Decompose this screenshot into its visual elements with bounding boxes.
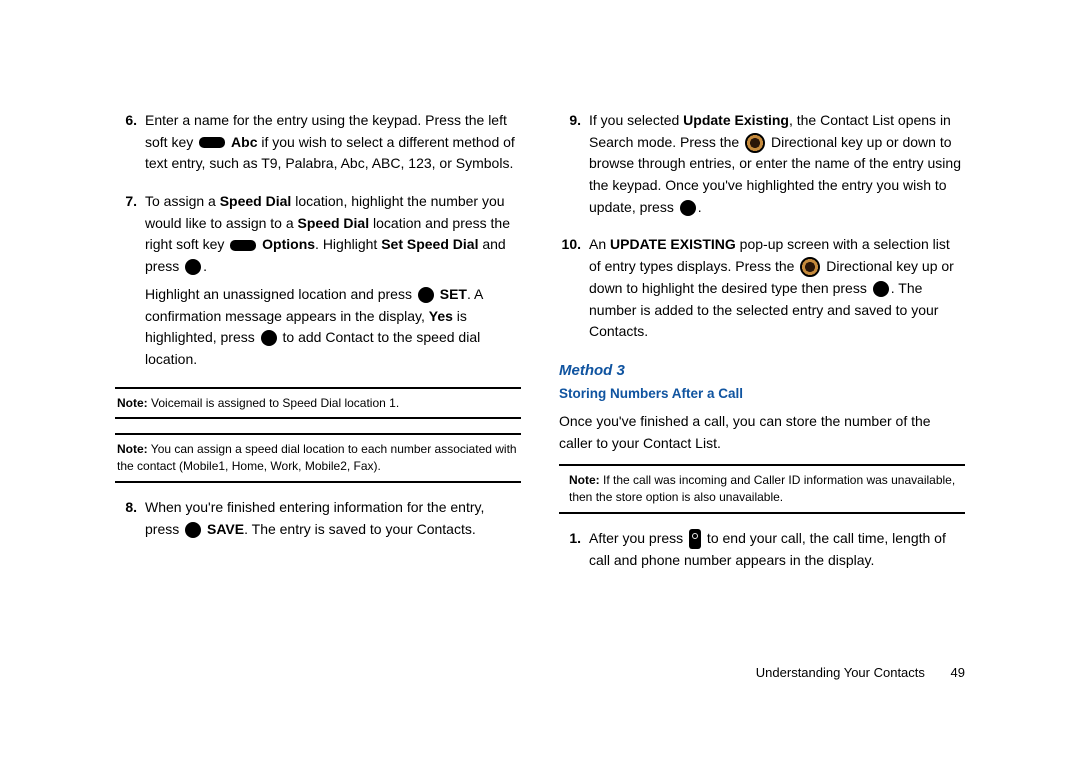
note-text: If the call was incoming and Caller ID i… bbox=[569, 473, 955, 504]
text-bold: Yes bbox=[429, 308, 453, 324]
note-label: Note: bbox=[117, 442, 148, 456]
step-10: 10. An UPDATE EXISTING pop-up screen wit… bbox=[559, 234, 965, 348]
step-6: 6. Enter a name for the entry using the … bbox=[115, 110, 521, 181]
footer-section: Understanding Your Contacts bbox=[756, 665, 925, 680]
step-number: 1. bbox=[559, 528, 589, 577]
step-body: An UPDATE EXISTING pop-up screen with a … bbox=[589, 234, 965, 348]
directional-key-icon bbox=[800, 257, 820, 277]
note-box: Note: You can assign a speed dial locati… bbox=[115, 433, 521, 483]
center-key-icon bbox=[873, 281, 889, 297]
page-footer: Understanding Your Contacts 49 bbox=[756, 663, 965, 683]
method-heading: Method 3 bbox=[559, 359, 965, 382]
text: . Highlight bbox=[315, 236, 381, 252]
end-key-icon bbox=[689, 529, 701, 549]
right-steps-2: 1. After you press to end your call, the… bbox=[559, 528, 965, 577]
center-key-icon bbox=[261, 330, 277, 346]
step-body: Enter a name for the entry using the key… bbox=[145, 110, 521, 181]
step-number: 10. bbox=[559, 234, 589, 348]
step-1: 1. After you press to end your call, the… bbox=[559, 528, 965, 577]
text: After you press bbox=[589, 530, 687, 546]
step-body: If you selected Update Existing, the Con… bbox=[589, 110, 965, 224]
step-9: 9. If you selected Update Existing, the … bbox=[559, 110, 965, 224]
text: To assign a bbox=[145, 193, 220, 209]
center-key-icon bbox=[418, 287, 434, 303]
text-bold: Abc bbox=[231, 134, 257, 150]
directional-key-icon bbox=[745, 133, 765, 153]
step-number: 7. bbox=[115, 191, 145, 377]
center-key-icon bbox=[680, 200, 696, 216]
right-column: 9. If you selected Update Existing, the … bbox=[559, 110, 965, 587]
text: . bbox=[203, 258, 207, 274]
center-key-icon bbox=[185, 522, 201, 538]
subheading: Storing Numbers After a Call bbox=[559, 384, 965, 405]
step-body: To assign a Speed Dial location, highlig… bbox=[145, 191, 521, 377]
text-bold: UPDATE EXISTING bbox=[610, 236, 736, 252]
left-steps-2: 8. When you're finished entering informa… bbox=[115, 497, 521, 546]
step-7: 7. To assign a Speed Dial location, high… bbox=[115, 191, 521, 377]
text: If you selected bbox=[589, 112, 683, 128]
step-body: When you're finished entering informatio… bbox=[145, 497, 521, 546]
note-label: Note: bbox=[117, 396, 148, 410]
text: . The entry is saved to your Contacts. bbox=[244, 521, 476, 537]
footer-page-number: 49 bbox=[951, 665, 965, 680]
text-bold: Speed Dial bbox=[298, 215, 370, 231]
note-text: You can assign a speed dial location to … bbox=[117, 442, 517, 473]
step-body: After you press to end your call, the ca… bbox=[589, 528, 965, 577]
right-steps: 9. If you selected Update Existing, the … bbox=[559, 110, 965, 349]
text: Highlight an unassigned location and pre… bbox=[145, 286, 416, 302]
text-bold: Update Existing bbox=[683, 112, 789, 128]
page-columns: 6. Enter a name for the entry using the … bbox=[115, 110, 965, 587]
step-number: 6. bbox=[115, 110, 145, 181]
text: . bbox=[698, 199, 702, 215]
note-label: Note: bbox=[569, 473, 600, 487]
left-column: 6. Enter a name for the entry using the … bbox=[115, 110, 521, 587]
text-bold: SAVE bbox=[207, 521, 244, 537]
step-8: 8. When you're finished entering informa… bbox=[115, 497, 521, 546]
text-bold: Options bbox=[262, 236, 315, 252]
note-box: Note: If the call was incoming and Calle… bbox=[559, 464, 965, 514]
left-steps: 6. Enter a name for the entry using the … bbox=[115, 110, 521, 377]
step-number: 9. bbox=[559, 110, 589, 224]
note-box: Note: Voicemail is assigned to Speed Dia… bbox=[115, 387, 521, 420]
softkey-icon bbox=[199, 137, 225, 148]
text: An bbox=[589, 236, 610, 252]
text-bold: Set Speed Dial bbox=[381, 236, 478, 252]
text-bold: SET bbox=[440, 286, 467, 302]
step-number: 8. bbox=[115, 497, 145, 546]
text-bold: Speed Dial bbox=[220, 193, 292, 209]
note-text: Voicemail is assigned to Speed Dial loca… bbox=[148, 396, 399, 410]
center-key-icon bbox=[185, 259, 201, 275]
intro-text: Once you've finished a call, you can sto… bbox=[559, 411, 965, 454]
softkey-icon bbox=[230, 240, 256, 251]
